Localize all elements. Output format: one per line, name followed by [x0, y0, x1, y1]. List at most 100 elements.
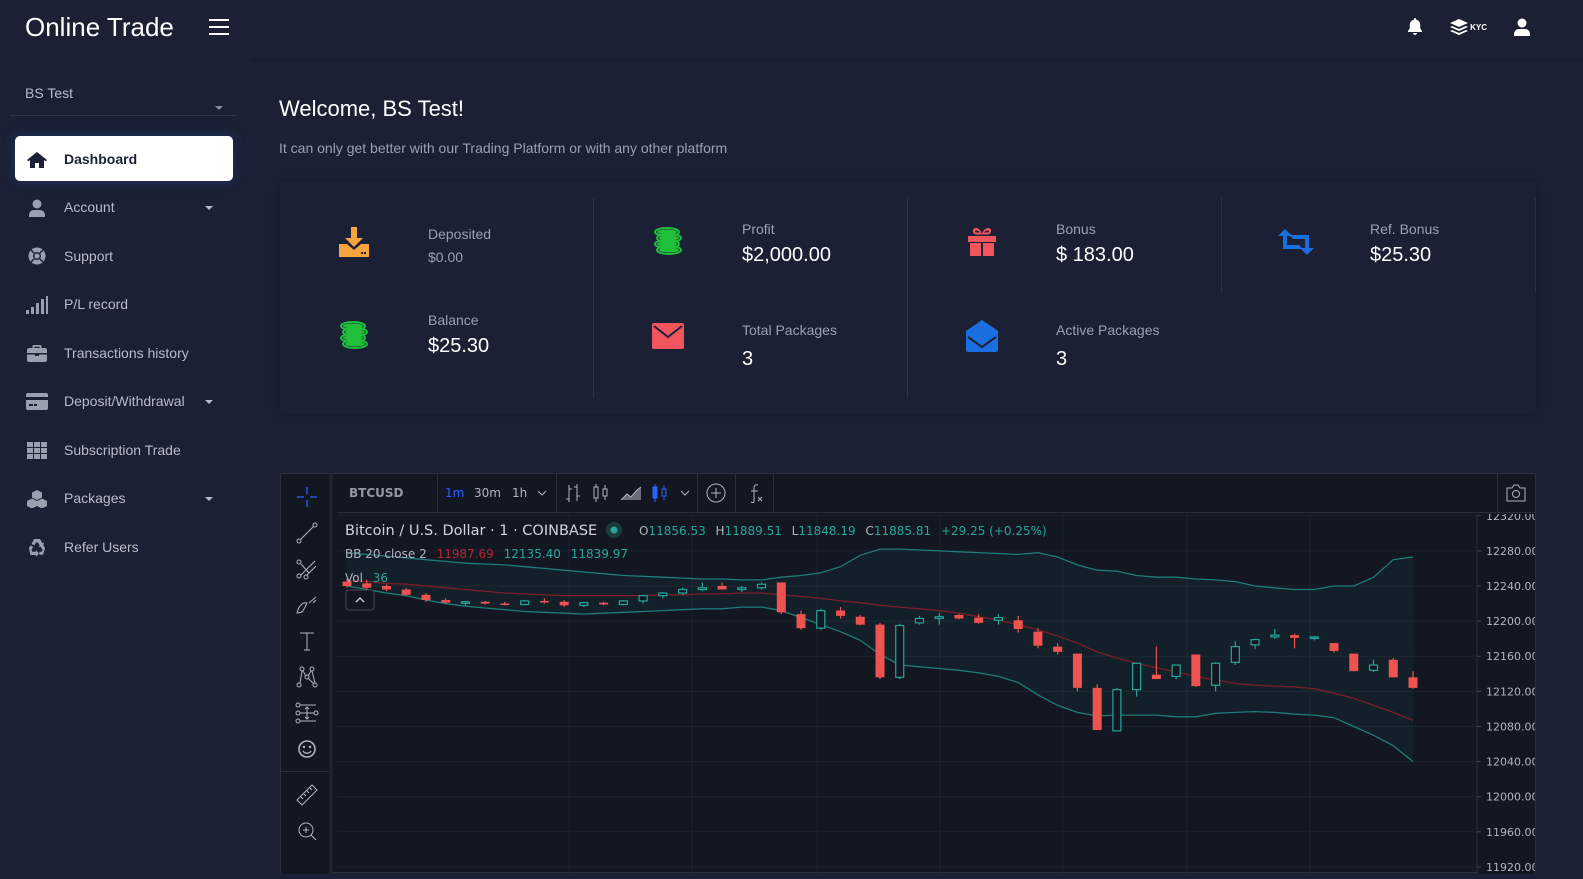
brush-tool[interactable] [293, 591, 321, 619]
ruler-tool[interactable] [293, 781, 321, 809]
chevron-down-icon [205, 205, 213, 210]
candle-body [638, 595, 648, 602]
brand-logo[interactable]: Online Trade [25, 12, 174, 43]
candle-body [677, 588, 688, 594]
candle-body [1309, 636, 1319, 640]
candle-body [895, 624, 905, 678]
candle-up [520, 600, 530, 606]
measure-tool[interactable] [293, 699, 321, 727]
chevron-down-icon [680, 490, 690, 496]
trend-line-tool[interactable] [293, 519, 321, 547]
candle-body [1368, 664, 1379, 671]
compare-button[interactable] [705, 474, 727, 512]
candle-body [618, 600, 628, 606]
candle-body [1112, 689, 1122, 732]
fib-tool[interactable] [293, 555, 321, 583]
crosshair-tool[interactable] [293, 483, 321, 511]
candle-up [816, 608, 826, 630]
chevron-down-icon [205, 496, 213, 501]
stats-panel: Deposited $0.00 Profit $2,000.00 Bonus $… [280, 182, 1536, 414]
chevron-down-icon [537, 490, 547, 496]
area-chart-icon [620, 486, 642, 501]
main-content: Welcome, BS Test! It can only get better… [250, 58, 1583, 874]
candlestick-chart[interactable]: 12320.00 12280.00 12240.00 12200.00 12160.00… [337, 510, 1539, 874]
text-tool[interactable] [293, 627, 321, 655]
emoji-tool[interactable] [293, 735, 321, 763]
sidebar-item-packages[interactable]: Packages [15, 476, 233, 521]
sidebar-item-label: Deposit/Withdrawal [64, 393, 185, 409]
candle-body [836, 610, 846, 616]
sidebar-item-label: Packages [64, 490, 126, 506]
sidebar-item-pl-record[interactable]: P/L record [15, 282, 233, 327]
y-tick-label: 11960.00 [1486, 826, 1535, 839]
candle-body [914, 617, 925, 624]
smile-icon [298, 740, 316, 758]
pattern-tool[interactable] [293, 663, 321, 691]
symbol-search-button[interactable]: BTCUSD [349, 474, 404, 512]
candle-body [1171, 664, 1181, 678]
zoom-tool[interactable] [293, 817, 321, 845]
heikin-ashi-button[interactable] [651, 474, 669, 512]
kyc-button[interactable]: KYC [1449, 18, 1487, 36]
sidebar-item-label: Transactions history [64, 344, 189, 361]
sidebar-item-transactions-history[interactable]: Transactions history [15, 330, 233, 375]
notifications-button[interactable] [1407, 18, 1423, 36]
candle-body [737, 587, 747, 591]
stat-label: Profit [742, 221, 775, 237]
candle-down [1349, 653, 1359, 672]
timeframe-dropdown[interactable] [537, 474, 547, 512]
chart-top-toolbar: BTCUSD 1m 30m 1h [337, 474, 1535, 513]
timeframe-1h[interactable]: 1h [512, 474, 527, 512]
market-status-dot [610, 526, 618, 534]
ohlc-legend: O11856.53 H11889.51 L11848.19 C11885.81 … [639, 524, 1047, 538]
candle-body [1191, 654, 1201, 687]
collapse-legend-button[interactable] [345, 589, 375, 611]
candle-up [1171, 664, 1181, 680]
candle-body [1013, 620, 1023, 630]
sidebar-item-label: P/L record [64, 296, 129, 312]
cubes-icon [26, 489, 48, 509]
bb-legend: BB 20 close 2 11987.69 12135.40 11839.97 [345, 547, 628, 561]
y-tick-label: 12200.00 [1486, 615, 1535, 628]
sidebar-item-dashboard[interactable]: Dashboard [15, 136, 233, 181]
snapshot-button[interactable] [1505, 474, 1527, 512]
timeframe-1m[interactable]: 1m [445, 474, 464, 512]
chart-style-dropdown[interactable] [680, 474, 690, 512]
chart-pane[interactable]: 12320.00 12280.00 12240.00 12200.00 12160.00… [337, 510, 1539, 874]
candle-body [1290, 635, 1300, 638]
sidebar-item-label: Account [64, 199, 115, 215]
chevron-down-icon [205, 399, 213, 404]
timeframe-30m[interactable]: 30m [474, 474, 501, 512]
bell-icon [1408, 18, 1423, 35]
sidebar-item-refer-users[interactable]: Refer Users [15, 524, 233, 569]
sidebar-item-deposit-withdrawal[interactable]: Deposit/Withdrawal [15, 379, 233, 424]
credit-card-icon [26, 392, 48, 412]
area-style-button[interactable] [620, 474, 642, 512]
candles-style-button[interactable] [592, 474, 610, 512]
toolbar-separator [281, 771, 329, 772]
indicators-button[interactable] [747, 474, 765, 512]
y-tick-label: 12160.00 [1486, 650, 1535, 663]
stat-label: Bonus [1056, 221, 1096, 237]
bars-style-button[interactable] [564, 474, 582, 512]
stat-label: Total Packages [742, 322, 837, 338]
candle-body [460, 601, 471, 604]
life-ring-icon [26, 246, 48, 266]
sidebar-item-account[interactable]: Account [15, 185, 233, 230]
sidebar-item-support[interactable]: Support [15, 233, 233, 278]
stat-label: Active Packages [1056, 322, 1160, 338]
candle-body [658, 592, 668, 597]
candle-body [1388, 659, 1398, 678]
candle-body [1230, 645, 1240, 663]
candle-body [934, 616, 944, 620]
user-name: BS Test [25, 85, 73, 101]
menu-toggle-icon[interactable] [209, 19, 229, 37]
user-dropdown[interactable]: BS Test [10, 68, 237, 116]
y-tick-label: 12240.00 [1486, 580, 1535, 593]
bars-icon [566, 484, 580, 502]
profile-button[interactable] [1513, 18, 1531, 36]
sidebar-item-subscription-trade[interactable]: Subscription Trade [15, 427, 233, 472]
stat-value: 3 [742, 348, 754, 370]
stat-profit: Profit $2,000.00 [594, 198, 908, 288]
candle-body [579, 602, 589, 606]
